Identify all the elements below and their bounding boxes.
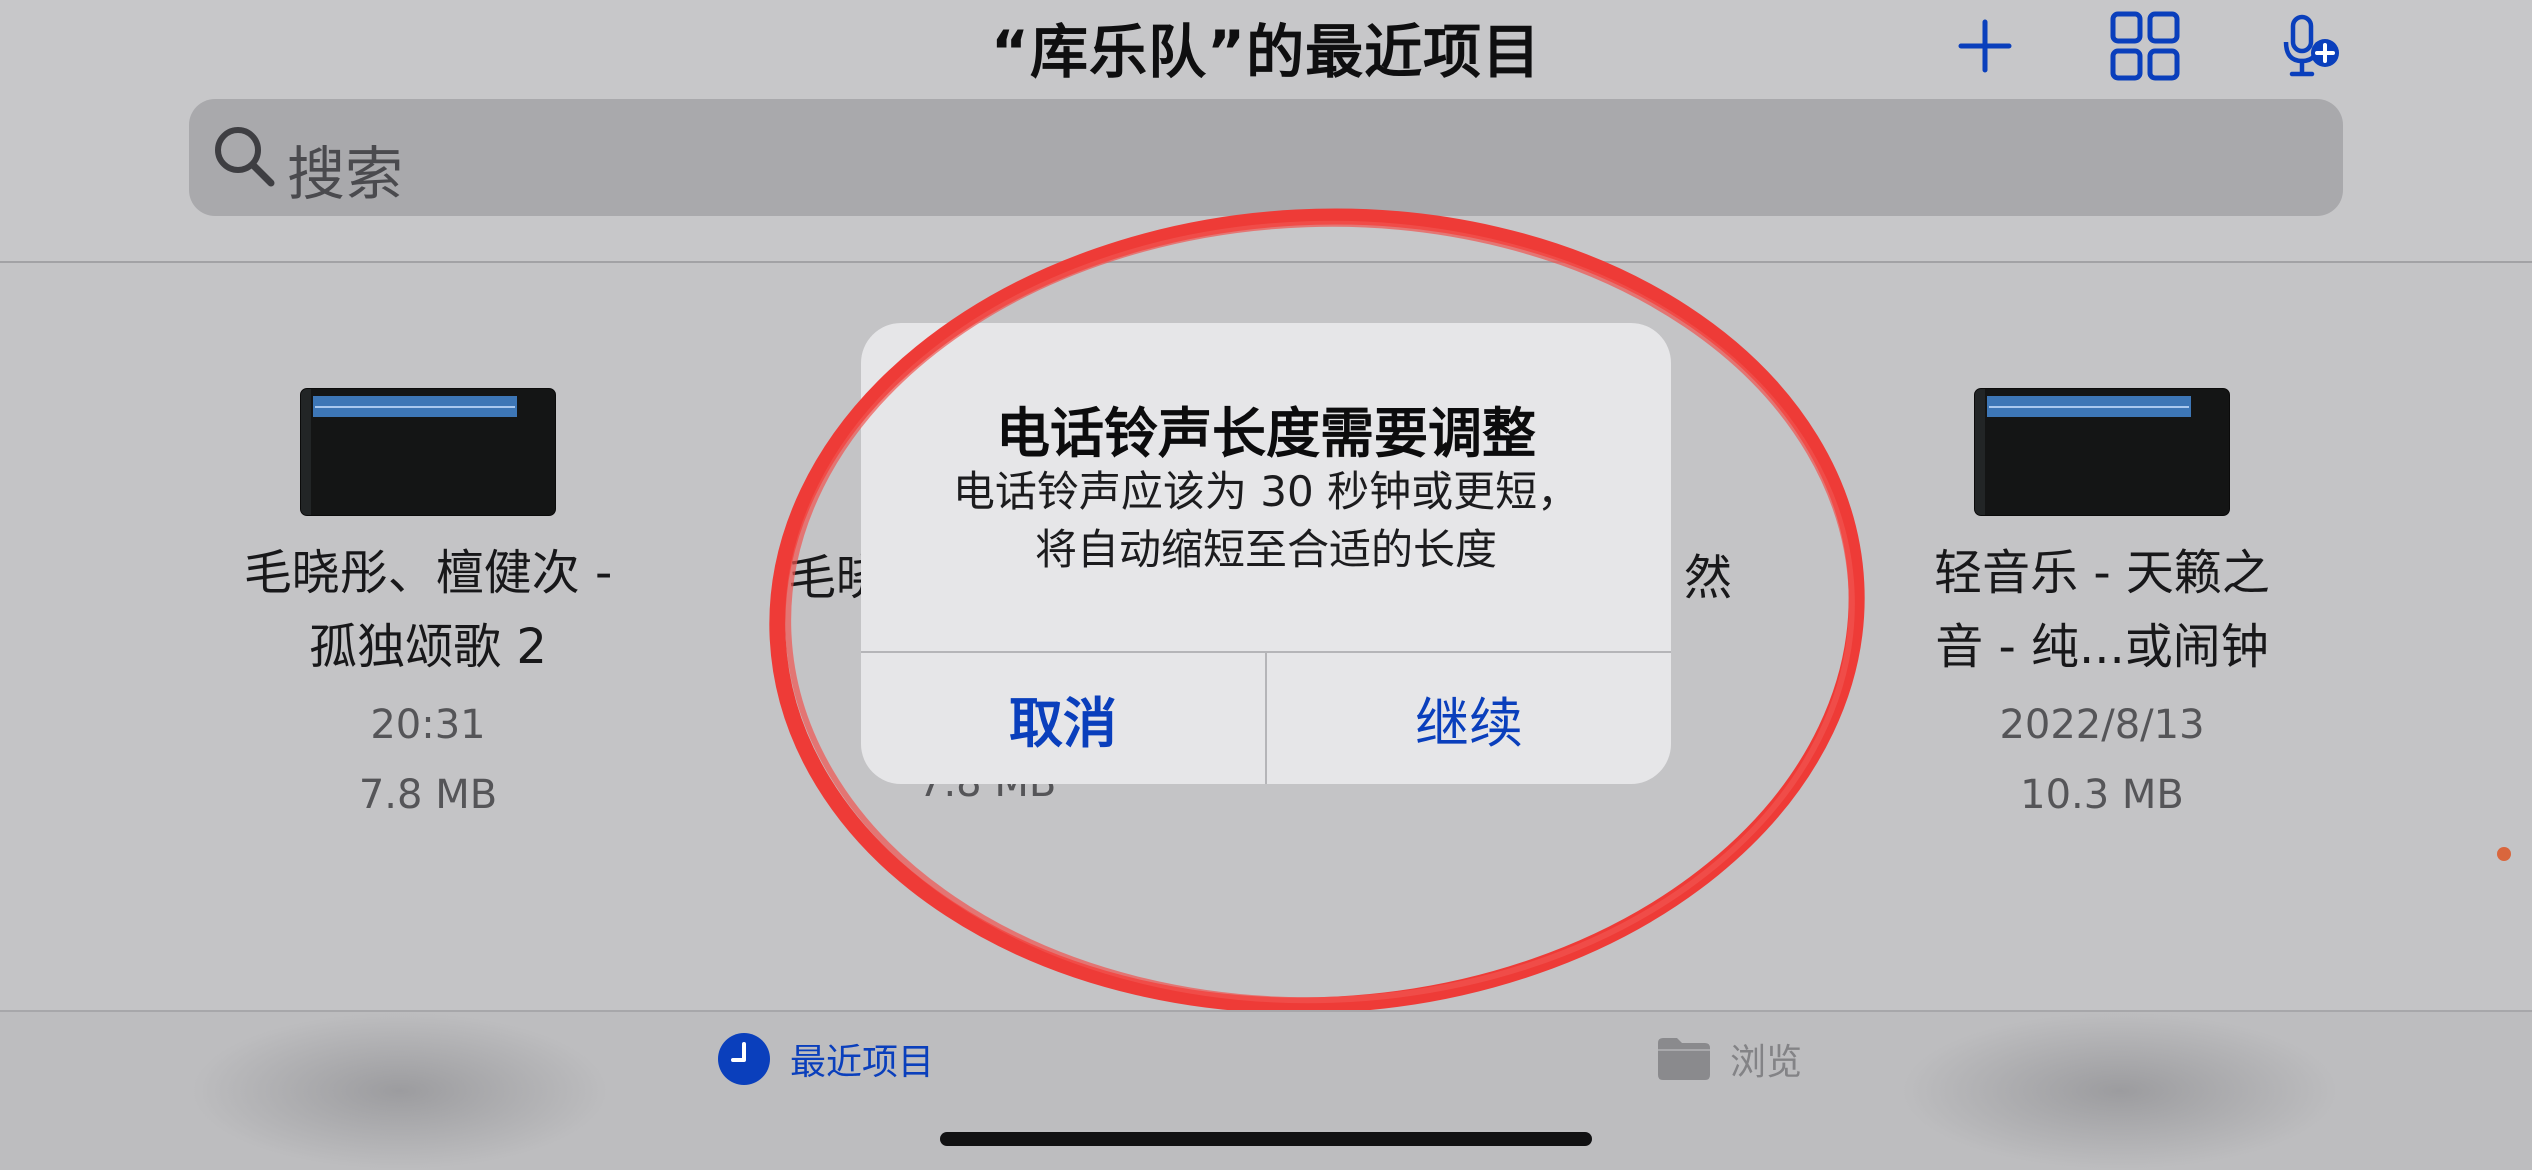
clock-icon	[718, 1033, 770, 1085]
document-item[interactable]: 毛晓彤、檀健次 - 孤独颂歌 2 20:31 7.8 MB	[178, 388, 678, 830]
project-thumbnail	[300, 388, 556, 516]
folder-icon	[1658, 1038, 1710, 1080]
document-name-partial-end: 然	[1684, 550, 1733, 606]
search-icon	[215, 127, 275, 187]
tab-browse-label: 浏览	[1730, 1042, 1803, 1083]
document-size: 10.3 MB	[2020, 772, 2184, 818]
plus-icon	[1958, 19, 2012, 73]
alert-message: 电话铃声应该为 30 秒钟或更短， 将自动缩短至合适的长度	[952, 467, 1580, 574]
ringtone-length-alert: 电话铃声长度需要调整 电话铃声应该为 30 秒钟或更短， 将自动缩短至合适的长度…	[861, 323, 1671, 784]
document-time: 2022/8/13	[1999, 702, 2205, 748]
mic-add-icon	[2283, 14, 2339, 77]
document-size: 7.8 MB	[358, 772, 498, 818]
alert-title: 电话铃声长度需要调整	[996, 402, 1536, 465]
document-time: 20:31	[370, 702, 486, 748]
document-name: 毛晓彤、檀健次 - 孤独颂歌 2	[243, 545, 613, 675]
grid-view-icon	[2110, 11, 2180, 81]
document-name: 轻音乐 - 天籁之 音 - 纯...或闹钟	[1934, 545, 2270, 675]
cancel-button[interactable]: 取消	[861, 653, 1265, 784]
add-recording-button[interactable]	[2271, 6, 2351, 86]
status-dot	[2497, 847, 2511, 861]
add-button[interactable]	[1945, 6, 2025, 86]
tab-browse[interactable]: 浏览	[1656, 1027, 1802, 1091]
project-thumbnail	[1974, 388, 2230, 516]
tab-recent[interactable]: 最近项目	[716, 1027, 934, 1091]
grid-view-button[interactable]	[2105, 6, 2185, 86]
header-divider	[0, 261, 2532, 263]
document-item[interactable]: 轻音乐 - 天籁之 音 - 纯...或闹钟 2022/8/13 10.3 MB	[1852, 388, 2352, 830]
search-field[interactable]: 搜索	[189, 99, 2343, 216]
search-placeholder: 搜索	[287, 140, 404, 208]
home-indicator[interactable]	[940, 1132, 1592, 1146]
continue-button[interactable]: 继续	[1267, 653, 1671, 784]
tab-recent-label: 最近项目	[790, 1042, 935, 1083]
tab-bar-divider	[0, 1010, 2532, 1012]
